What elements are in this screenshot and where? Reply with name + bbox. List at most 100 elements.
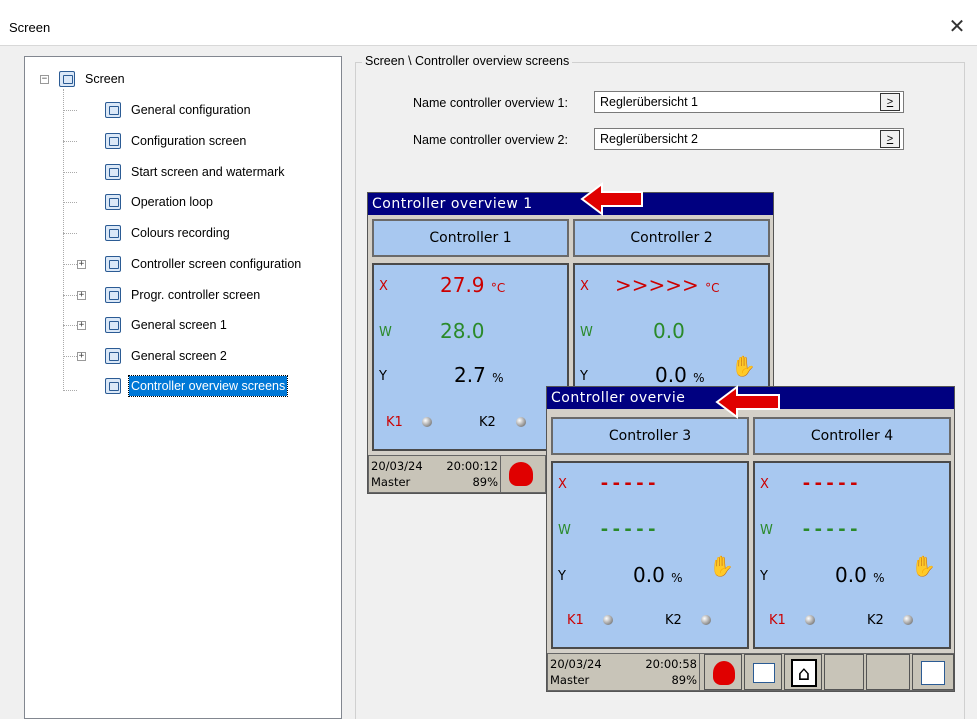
w-value: -----: [801, 519, 861, 540]
red-arrow-icon: [715, 385, 780, 419]
screen-icon: [105, 287, 121, 303]
name-overview-2-label: Name controller overview 2:: [413, 133, 568, 147]
close-icon[interactable]: ✕: [947, 14, 967, 39]
status-date: 20/03/24: [371, 459, 423, 473]
manual-hand-icon[interactable]: ✋: [911, 557, 936, 577]
tree-line: [63, 89, 64, 391]
tree-item-label: Colours recording: [131, 226, 230, 240]
tree-line: [63, 264, 77, 265]
tree-item-label: General screen 2: [131, 349, 227, 363]
expand-icon[interactable]: +: [77, 352, 86, 361]
y-value: 0.0 %: [633, 563, 683, 587]
y-unit: %: [873, 571, 885, 585]
status-percent: 89%: [671, 673, 697, 687]
palette-icon: [105, 225, 121, 241]
expand-icon[interactable]: +: [77, 321, 86, 330]
tree-line: [63, 325, 77, 326]
y-unit: %: [492, 371, 504, 385]
tree-line: [63, 356, 77, 357]
collapse-icon[interactable]: −: [40, 75, 49, 84]
tree-line: [63, 295, 77, 296]
controller-4-tab[interactable]: Controller 4: [753, 417, 951, 455]
tree-line: [63, 390, 77, 391]
overview-2-status-bar: 20/03/24 20:00:58 Master 89% ⌂: [547, 653, 954, 691]
loop-icon: [105, 194, 121, 210]
home-button[interactable]: ⌂: [784, 654, 822, 690]
tree-line: [63, 172, 77, 173]
x-value-number: >>>>>: [615, 273, 699, 297]
status-date: 20/03/24: [550, 657, 602, 671]
name-overview-2-input[interactable]: Reglerübersicht 2: [594, 128, 904, 150]
w-label: W: [558, 523, 571, 538]
grid-icon: [105, 133, 121, 149]
controller-2-tab[interactable]: Controller 2: [573, 219, 770, 257]
picture-icon: [105, 164, 121, 180]
y-value: 0.0 %: [655, 363, 705, 387]
gear-icon: [105, 102, 121, 118]
empty-button-2[interactable]: [866, 654, 910, 690]
y-label: Y: [580, 369, 588, 384]
k1-label: K1: [386, 415, 403, 430]
overview-button[interactable]: [744, 654, 782, 690]
x-label: X: [558, 477, 567, 492]
x-unit: °C: [490, 281, 506, 295]
x-value: -----: [801, 473, 861, 494]
controller-3-tab[interactable]: Controller 3: [551, 417, 749, 455]
w-label: W: [580, 325, 593, 340]
y-value: 0.0 %: [835, 563, 885, 587]
controller-1-tab[interactable]: Controller 1: [372, 219, 569, 257]
tree-line: [63, 110, 77, 111]
x-value-number: 27.9: [440, 273, 485, 297]
y-value-number: 2.7: [454, 363, 486, 387]
k2-label: K2: [867, 613, 884, 628]
name-overview-2-browse-button[interactable]: >: [880, 130, 900, 148]
y-value-number: 0.0: [633, 563, 665, 587]
w-label: W: [379, 325, 392, 340]
y-value-number: 0.0: [835, 563, 867, 587]
name-overview-1-input[interactable]: Reglerübersicht 1: [594, 91, 904, 113]
expand-icon[interactable]: +: [77, 291, 86, 300]
overview-screen-icon: [753, 663, 775, 683]
overview-1-title: Controller overview 1: [368, 193, 773, 215]
monitor-icon: [59, 71, 75, 87]
x-value: >>>>> °C: [615, 273, 720, 297]
name-overview-1-label: Name controller overview 1:: [413, 96, 568, 110]
alarm-button[interactable]: [704, 654, 742, 690]
k2-led-icon: [516, 417, 526, 427]
tree-root-label: Screen: [85, 72, 125, 86]
y-value-number: 0.0: [655, 363, 687, 387]
status-percent: 89%: [472, 475, 498, 489]
y-label: Y: [379, 369, 387, 384]
w-label: W: [760, 523, 773, 538]
tree-item-label: General configuration: [131, 103, 251, 117]
next-screen-button[interactable]: [912, 654, 954, 690]
overview-1-status-bar: 20/03/24 20:00:12 Master 89%: [368, 455, 546, 493]
controller-4-values: X ----- W ----- Y 0.0 % ✋ K1 K2: [753, 461, 951, 649]
expand-icon[interactable]: +: [77, 260, 86, 269]
navigation-tree[interactable]: − Screen General configuration Configura…: [24, 56, 342, 719]
k1-led-icon: [422, 417, 432, 427]
manual-hand-icon[interactable]: ✋: [731, 357, 756, 377]
window-titlebar: Screen ✕: [0, 0, 977, 46]
y-unit: %: [693, 371, 705, 385]
manual-hand-icon[interactable]: ✋: [709, 557, 734, 577]
red-arrow-icon: [580, 182, 643, 216]
status-time: 20:00:58: [645, 657, 697, 671]
k1-label: K1: [769, 613, 786, 628]
tree-item-label: Controller screen configuration: [131, 257, 302, 271]
name-overview-1-browse-button[interactable]: >: [880, 93, 900, 111]
status-mode: Master: [550, 673, 590, 687]
alarm-bell-icon[interactable]: [509, 462, 533, 486]
x-label: X: [760, 477, 769, 492]
controller-1-values: X 27.9 °C W 28.0 Y 2.7 % K1 K2: [372, 263, 569, 451]
x-value: -----: [599, 473, 659, 494]
empty-button-1[interactable]: [824, 654, 864, 690]
y-label: Y: [760, 569, 768, 584]
tree-item-label: Controller overview screens: [127, 375, 289, 397]
next-screen-icon: [921, 661, 945, 685]
controller-3-values: X ----- W ----- Y 0.0 % ✋ K1 K2: [551, 461, 749, 649]
screen-icon: [105, 256, 121, 272]
k2-led-icon: [903, 615, 913, 625]
k1-led-icon: [603, 615, 613, 625]
status-info: 20/03/24 20:00:58 Master 89%: [548, 654, 700, 690]
